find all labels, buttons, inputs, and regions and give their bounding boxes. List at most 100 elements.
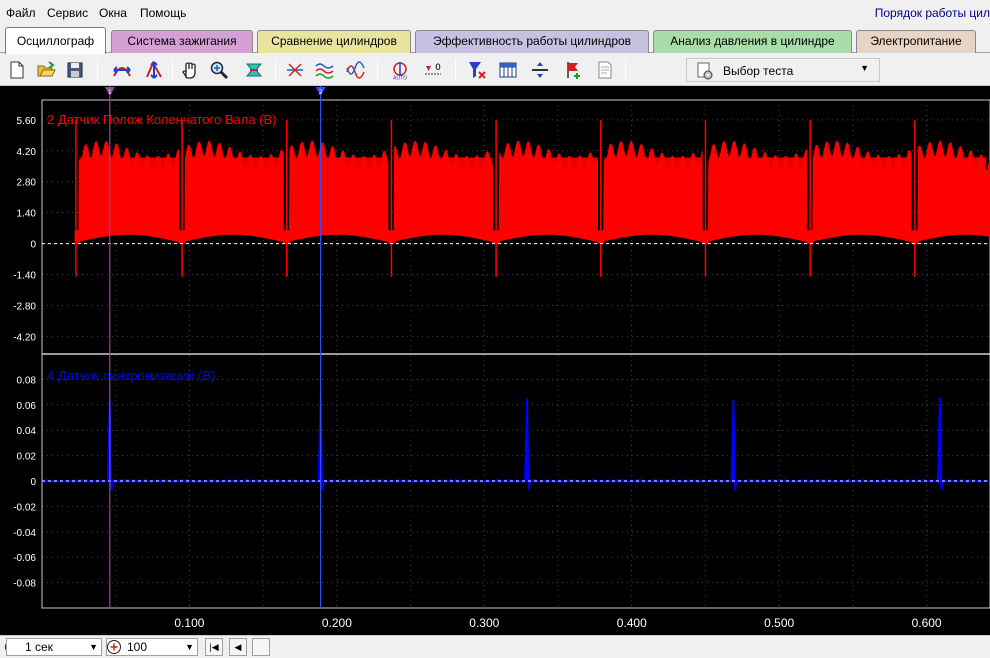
- test-select-label: Выбор теста: [723, 64, 793, 78]
- ch1-y-tick-label: 1.40: [17, 209, 37, 220]
- auto-scale-icon[interactable]: AUTO: [388, 58, 412, 82]
- ch2-y-tick-label: -0.08: [13, 579, 36, 590]
- ch2-y-tick-label: 0.06: [17, 401, 37, 412]
- ch1-band: [186, 157, 283, 230]
- tab-bar: Осциллограф Система зажигания Сравнение …: [0, 27, 990, 53]
- go-first-button[interactable]: |◀: [205, 638, 223, 656]
- ch1-y-tick-label: -4.20: [13, 332, 36, 343]
- divider-icon[interactable]: [528, 58, 552, 82]
- ch1-y-tick-label: 2.80: [17, 178, 37, 189]
- zoom-value: 100: [127, 640, 147, 654]
- ch1-y-tick-label: 0: [30, 240, 36, 251]
- menu-service[interactable]: Сервис: [47, 6, 88, 20]
- tab-power-supply[interactable]: Электропитание: [856, 30, 976, 53]
- hand-pan-icon[interactable]: [178, 58, 202, 82]
- time-marker-label-1: 1: [108, 89, 112, 96]
- save-icon[interactable]: [63, 58, 87, 82]
- chevron-down-icon: ▼: [185, 639, 194, 655]
- new-file-icon[interactable]: [5, 58, 29, 82]
- grid-table-icon[interactable]: [496, 58, 520, 82]
- waveform-overlay-icon[interactable]: [313, 58, 337, 82]
- ch2-y-tick-label: -0.04: [13, 528, 36, 539]
- zoom-icon[interactable]: [207, 58, 231, 82]
- ch2-y-tick-label: 0.02: [17, 452, 37, 463]
- toolbar-separator: [275, 59, 276, 81]
- menu-file[interactable]: Файл: [6, 6, 36, 20]
- x-axis-ticks: 0.100 0.200 0.300 0.400 0.500 0.600: [174, 616, 942, 630]
- ch1-band: [290, 157, 387, 230]
- menu-help[interactable]: Помощь: [140, 6, 186, 20]
- ch1-band: [80, 157, 179, 230]
- zero-lines: [42, 244, 990, 481]
- trigger-filter-icon[interactable]: [465, 58, 489, 82]
- x-tick-label: 0.600: [912, 616, 942, 630]
- ch1-y-tick-label: 5.60: [17, 116, 37, 127]
- chevron-down-icon: ▼: [89, 639, 98, 655]
- open-folder-icon[interactable]: [34, 58, 58, 82]
- channel2-trace: [42, 396, 989, 490]
- ch1-y-tick-label: 4.20: [17, 147, 37, 158]
- ch1-band: [395, 157, 492, 230]
- ch1-band: [814, 157, 911, 230]
- channel2-label: 4 Датчик синхронизации (В): [47, 368, 215, 383]
- channel2-y-ticks: 0.08 0.06 0.04 0.02 0 -0.02 -0.04 -0.06 -0.08: [13, 375, 36, 589]
- ch2-y-tick-label: 0.08: [17, 375, 37, 386]
- flag-add-icon[interactable]: [561, 58, 585, 82]
- notes-icon[interactable]: [593, 58, 617, 82]
- chevron-down-icon: ▼: [860, 63, 869, 73]
- ch1-band: [500, 157, 597, 230]
- ch2-y-tick-label: -0.06: [13, 553, 36, 564]
- tab-ignition-system[interactable]: Система зажигания: [111, 30, 253, 53]
- channel1-y-ticks: 5.60 4.20 2.80 1.40 0 -1.40 -2.80 -4.20: [13, 116, 36, 343]
- tab-cylinder-efficiency[interactable]: Эффективность работы цилиндров: [415, 30, 649, 53]
- toolbar-separator: [377, 59, 378, 81]
- ch2-pulse: [731, 400, 736, 490]
- horizontal-markers-icon[interactable]: [110, 58, 134, 82]
- cursor-cross-icon[interactable]: [283, 58, 307, 82]
- x-tick-label: 0.200: [322, 616, 352, 630]
- toolbar-separator: [455, 59, 456, 81]
- timebase-select[interactable]: 1 сек ▼: [6, 638, 102, 656]
- channel1-label: 2 Датчик Полож Коленчатого Вала (В): [47, 112, 277, 127]
- menu-bar: Файл Сервис Окна Помощь Порядок работы ц…: [0, 0, 990, 27]
- ch1-band: [918, 157, 986, 230]
- firing-order-label: Порядок работы цил: [875, 6, 990, 20]
- phase-wave-icon[interactable]: [344, 58, 368, 82]
- ch1-y-tick-label: -1.40: [13, 270, 36, 281]
- toolbar-separator: [625, 59, 626, 81]
- channel-settings-icon[interactable]: [242, 58, 266, 82]
- test-settings-icon: [695, 61, 715, 84]
- go-forward-button[interactable]: [252, 638, 270, 656]
- ch1-band: [604, 157, 701, 230]
- ch2-y-tick-label: 0.04: [17, 426, 37, 437]
- tab-cylinder-comparison[interactable]: Сравнение цилиндров: [257, 30, 411, 53]
- ch2-y-tick-label: -0.02: [13, 502, 36, 513]
- ch1-band: [709, 157, 806, 230]
- test-select-dropdown[interactable]: Выбор теста ▼: [686, 58, 880, 82]
- toolbar-separator: [97, 59, 98, 81]
- oscilloscope-canvas[interactable]: 5.604.202.801.400-1.40-2.80-4.20 0.080.0…: [0, 86, 990, 635]
- ch2-pulse: [938, 397, 943, 490]
- ch2-pulse: [525, 398, 530, 489]
- x-tick-label: 0.300: [469, 616, 499, 630]
- go-back-button[interactable]: ◀: [229, 638, 247, 656]
- vertical-markers-icon[interactable]: [142, 58, 166, 82]
- menu-windows[interactable]: Окна: [99, 6, 127, 20]
- oscilloscope-view[interactable]: 5.60 4.20 2.80 1.40 0 -1.40 -2.80 -4.20 0.08 0.0…: [0, 86, 990, 635]
- zero-offset-icon[interactable]: 0: [421, 58, 445, 82]
- tab-oscilloscope[interactable]: Осциллограф: [5, 27, 106, 54]
- toolbar-separator: [172, 59, 173, 81]
- tab-cylinder-pressure[interactable]: Анализ давления в цилиндре: [653, 30, 852, 53]
- x-tick-label: 0.500: [764, 616, 794, 630]
- svg-text:0: 0: [435, 63, 441, 73]
- svg-text:AUTO: AUTO: [393, 76, 407, 81]
- status-bar: 1 сек ▼ 100 ▼ |◀ ◀: [0, 635, 990, 657]
- timebase-value: 1 сек: [25, 640, 53, 654]
- ch1-y-tick-label: -2.80: [13, 301, 36, 312]
- zoom-in-icon[interactable]: [106, 639, 122, 658]
- ch2-y-tick-label: 0: [30, 477, 36, 488]
- x-tick-label: 0.400: [617, 616, 647, 630]
- channel1-trace: [75, 120, 990, 277]
- x-tick-label: 0.100: [174, 616, 204, 630]
- time-marker-label-2: 2: [319, 89, 323, 96]
